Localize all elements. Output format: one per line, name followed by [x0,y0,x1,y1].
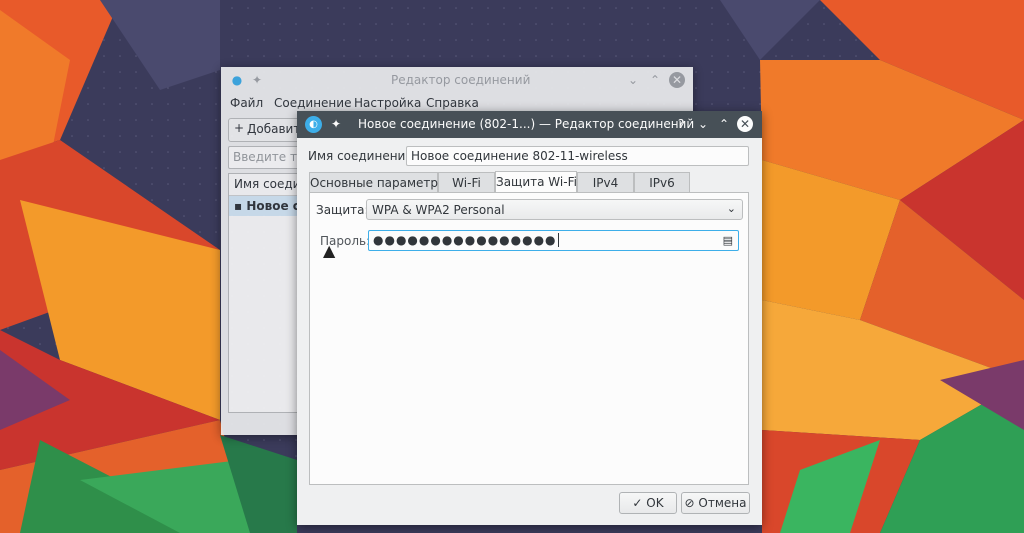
close-icon[interactable]: ✕ [737,116,753,132]
plus-icon: + [234,121,245,135]
ok-button[interactable]: ✓ OK [619,492,677,514]
check-icon: ✓ [632,496,643,510]
tab-ipv6[interactable]: IPv6 [634,172,690,192]
security-combobox[interactable]: WPA & WPA2 Personal ⌄ [366,199,743,220]
cancel-button[interactable]: ⊘ Отмена [681,492,750,514]
maximize-icon[interactable]: ⌃ [716,116,732,132]
menu-connection[interactable]: Соединение [274,96,351,110]
mouse-pointer-icon: ▲ [323,241,336,260]
security-label: Защита: [316,203,369,217]
maximize-icon[interactable]: ⌃ [647,72,663,88]
connection-list[interactable]: Имя соеди ▪ Новое со [228,173,302,413]
app-globe-icon: ◐ [305,116,322,133]
background-window-title: Редактор соединений [391,73,531,87]
password-input[interactable]: ●●●●●●●●●●●●●●●● ▤ [368,230,739,251]
connection-name-label: Имя соединения: [308,149,417,163]
show-password-icon[interactable]: ▤ [723,231,733,250]
background-titlebar[interactable]: ● ✦ Редактор соединений ⌄ ⌃ ✕ [221,67,693,94]
list-item[interactable]: ▪ Новое со [229,196,301,216]
chevron-down-icon: ⌄ [726,202,736,215]
security-selected-value: WPA & WPA2 Personal [372,203,505,217]
help-button[interactable]: ? [673,116,689,132]
list-header[interactable]: Имя соеди [229,174,301,196]
tab-wifi-security[interactable]: Защита Wi-Fi [495,171,577,193]
menu-file[interactable]: Файл [230,96,263,110]
menu-help[interactable]: Справка [426,96,479,110]
ok-button-label: OK [646,496,664,510]
connection-name-input[interactable]: Новое соединение 802-11-wireless [406,146,749,166]
tab-ipv4[interactable]: IPv4 [577,172,634,192]
cancel-button-label: Отмена [698,496,747,510]
close-icon[interactable]: ✕ [669,72,685,88]
dialog-titlebar[interactable]: ◐ ✦ Новое соединение (802-1...) — Редакт… [297,111,762,138]
tab-general[interactable]: Основные параметры [309,172,448,192]
minimize-icon[interactable]: ⌄ [625,72,641,88]
tab-wifi[interactable]: Wi-Fi [438,172,495,192]
minimize-icon[interactable]: ⌄ [695,116,711,132]
text-cursor [557,233,559,247]
pin-icon[interactable]: ✦ [328,116,344,132]
wifi-icon: ▪ [234,199,243,213]
wifi-security-panel: Защита: WPA & WPA2 Personal ⌄ Пароль: ●●… [309,192,749,485]
pin-icon[interactable]: ✦ [249,72,265,88]
dialog-title: Новое соединение (802-1...) — Редактор с… [358,117,695,131]
cancel-icon: ⊘ [684,496,695,510]
list-item-label: Новое со [246,199,301,213]
app-globe-icon: ● [231,73,243,87]
menu-settings[interactable]: Настройка [354,96,421,110]
password-value: ●●●●●●●●●●●●●●●● [373,233,557,247]
new-connection-dialog[interactable]: ◐ ✦ Новое соединение (802-1...) — Редакт… [297,111,762,525]
